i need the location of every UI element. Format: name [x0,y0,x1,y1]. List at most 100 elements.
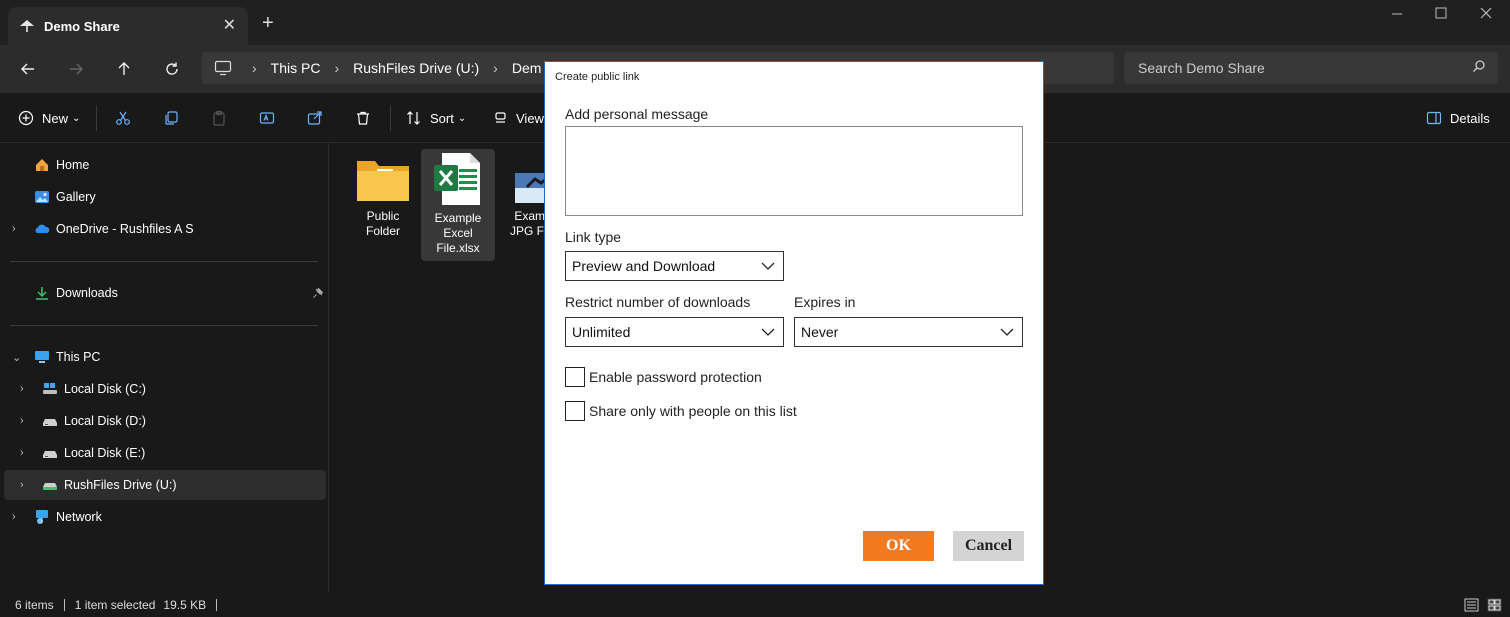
restrict-downloads-label: Restrict number of downloads [565,294,751,310]
share-icon [307,111,322,125]
file-item-example-excel[interactable]: Example Excel File.xlsx [421,149,495,261]
sort-label: Sort [430,110,454,126]
sidebar-item-this-pc[interactable]: ⌄ This PC [4,342,326,372]
expires-select[interactable]: Never [794,317,1023,347]
clipboard-icon [213,110,225,126]
plus-circle-icon [18,110,34,126]
link-type-select[interactable]: Preview and Download [565,251,784,281]
sidebar-item-downloads[interactable]: Downloads [4,278,326,308]
details-button[interactable]: Details [1426,105,1490,131]
chevron-right-icon[interactable]: › [12,511,16,523]
forward-button[interactable] [62,55,90,83]
sidebar-item-network[interactable]: › Network [4,502,326,532]
rushfiles-drive-icon [43,483,57,490]
paste-button[interactable] [211,105,235,131]
checkbox[interactable] [565,401,585,421]
trash-icon [357,111,369,125]
expires-label: Expires in [794,294,856,310]
share-list-checkbox[interactable]: Share only with people on this list [565,401,797,421]
password-protection-checkbox[interactable]: Enable password protection [565,367,762,387]
create-public-link-dialog: Create public link Add personal message … [544,61,1044,585]
file-item-public-folder[interactable]: Public Folder [346,149,420,261]
item-count: 6 items [15,598,54,612]
sidebar-item-label: Downloads [56,286,118,300]
divider [63,599,65,611]
sidebar-item-local-disk-d[interactable]: › Local Disk (D:) [4,406,326,436]
drive-icon [43,419,57,426]
delete-button[interactable] [355,105,379,131]
view-icon [495,112,506,123]
personal-message-textarea[interactable] [565,126,1023,216]
search-placeholder: Search Demo Share [1138,60,1265,76]
chevron-down-icon: ⌄ [457,112,467,124]
share-list-label: Share only with people on this list [589,403,797,419]
selection-count: 1 item selected [74,598,156,612]
search-input[interactable]: Search Demo Share [1124,52,1498,84]
sort-button[interactable]: Sort ⌄ [406,105,466,131]
close-tab-icon[interactable]: ✕ [223,15,236,35]
sidebar-item-label: This PC [56,350,101,364]
maximize-icon[interactable] [1434,6,1448,25]
sidebar-item-onedrive[interactable]: › OneDrive - Rushfiles A S [4,214,326,244]
minimize-icon[interactable] [1390,6,1404,25]
cancel-button[interactable]: Cancel [953,531,1024,561]
up-button[interactable] [110,55,138,83]
cut-button[interactable] [115,105,139,131]
breadcrumb-this-pc[interactable]: This PC [271,60,321,76]
refresh-icon [166,62,178,75]
pin-icon[interactable] [312,287,324,299]
file-name: Public Folder [365,209,400,238]
chevron-right-icon[interactable]: › [20,383,24,395]
breadcrumb-demo-share[interactable]: Dem [512,60,542,76]
sidebar-item-label: RushFiles Drive (U:) [64,478,177,492]
share-button[interactable] [307,105,331,131]
details-pane-icon [1426,111,1442,125]
new-label: New [42,110,69,126]
file-name: Example Excel File.xlsx [434,211,482,255]
restrict-downloads-select[interactable]: Unlimited [565,317,784,347]
view-button[interactable]: View [494,105,544,131]
sidebar-item-local-disk-e[interactable]: › Local Disk (E:) [4,438,326,468]
copy-icon [165,111,178,125]
chevron-right-icon: › [493,60,498,76]
sidebar-item-home[interactable]: Home [4,150,326,180]
sidebar-item-gallery[interactable]: Gallery [4,182,326,212]
breadcrumb-rushfiles-drive[interactable]: RushFiles Drive (U:) [353,60,479,76]
chevron-down-icon: ⌄ [72,112,81,124]
drive-icon [43,451,57,458]
new-tab-button[interactable]: + [262,12,274,35]
navigation-pane: Home Gallery › OneDrive - Rushfiles A S … [0,143,329,593]
link-type-label: Link type [565,229,622,245]
drive-icon [43,383,57,394]
rename-button[interactable] [259,105,283,131]
sidebar-item-rushfiles-drive[interactable]: › RushFiles Drive (U:) [4,470,326,500]
chevron-down-icon[interactable]: ⌄ [12,351,21,364]
chevron-right-icon[interactable]: › [20,415,24,427]
large-icons-view-icon[interactable] [1487,598,1502,612]
details-view-icon[interactable] [1464,598,1479,612]
link-type-value: Preview and Download [572,258,716,274]
new-button[interactable]: New ⌄ [18,105,80,131]
sidebar-item-local-disk-c[interactable]: › Local Disk (C:) [4,374,326,404]
arrow-left-icon [21,63,34,75]
tab-demo-share[interactable]: Demo Share ✕ [8,7,248,45]
selection-size: 19.5 KB [163,598,207,612]
expires-value: Never [801,324,839,340]
chevron-down-icon [761,262,775,270]
arrow-right-icon [70,63,83,75]
chevron-right-icon: › [252,60,257,76]
chevron-down-icon [1000,328,1014,336]
close-window-icon[interactable] [1479,6,1493,25]
refresh-button[interactable] [158,55,186,83]
sidebar-item-label: Gallery [56,190,96,204]
ok-button[interactable]: OK [863,531,934,561]
chevron-right-icon[interactable]: › [12,223,16,235]
divider [390,105,391,131]
copy-button[interactable] [163,105,187,131]
excel-file-icon [434,153,480,205]
chevron-right-icon[interactable]: › [20,479,24,491]
divider [216,599,218,611]
chevron-right-icon[interactable]: › [20,447,24,459]
checkbox[interactable] [565,367,585,387]
back-button[interactable] [14,55,42,83]
